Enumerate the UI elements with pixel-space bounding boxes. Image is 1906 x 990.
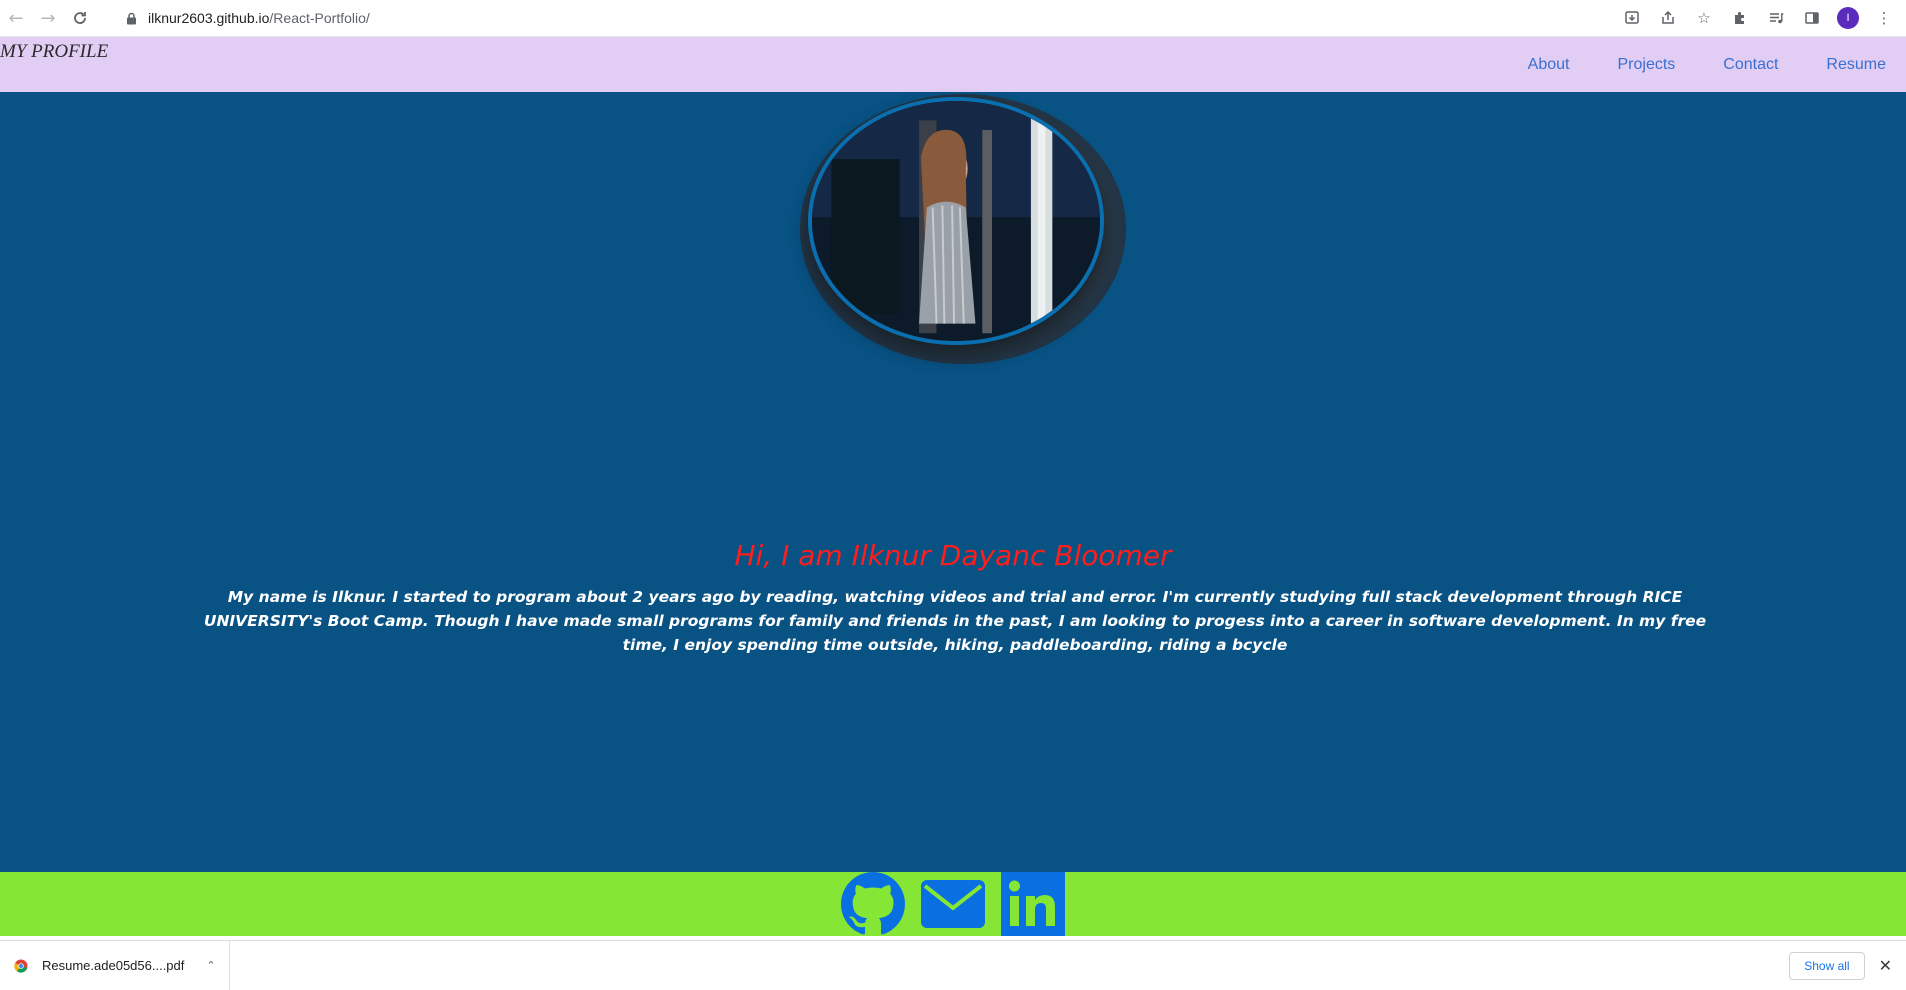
github-link[interactable] <box>840 872 906 936</box>
browser-toolbar: ← → ilknur2603.github.io/React-Portfolio… <box>0 0 1906 37</box>
site-brand[interactable]: MY PROFILE <box>0 41 108 63</box>
hero-section: Hi, I am Ilknur Dayanc Bloomer My name i… <box>0 92 1906 872</box>
back-button[interactable]: ← <box>0 2 32 34</box>
avatar: I <box>1837 7 1859 29</box>
star-icon[interactable]: ☆ <box>1688 2 1720 34</box>
share-icon[interactable] <box>1652 2 1684 34</box>
nav-link-about[interactable]: About <box>1528 56 1570 74</box>
side-panel-icon[interactable] <box>1796 2 1828 34</box>
media-queue-icon[interactable] <box>1760 2 1792 34</box>
linkedin-icon <box>1001 872 1065 936</box>
profile-photo <box>808 97 1104 345</box>
hero-greeting: Hi, I am Ilknur Dayanc Bloomer <box>734 539 1172 572</box>
chrome-icon <box>14 959 28 973</box>
nav-link-resume[interactable]: Resume <box>1826 56 1886 74</box>
email-link[interactable] <box>920 872 986 936</box>
extensions-icon[interactable] <box>1724 2 1756 34</box>
profile-button[interactable]: I <box>1832 2 1864 34</box>
chevron-up-icon[interactable]: ⌃ <box>206 959 215 972</box>
site-header: MY PROFILE About Projects Contact Resume <box>0 37 1906 102</box>
install-icon[interactable] <box>1616 2 1648 34</box>
footer <box>0 872 1906 936</box>
hero-bio: My name is Ilknur. I started to program … <box>203 588 1707 654</box>
nav-link-projects[interactable]: Projects <box>1617 56 1675 74</box>
linkedin-link[interactable] <box>1000 872 1066 936</box>
reload-button[interactable] <box>64 2 96 34</box>
url-path: /React-Portfolio/ <box>269 10 370 26</box>
download-file-name: Resume.ade05d56....pdf <box>42 958 185 973</box>
email-icon <box>921 880 985 928</box>
url-host: ilknur2603.github.io <box>148 10 270 26</box>
close-icon[interactable]: ✕ <box>1879 956 1892 975</box>
download-item[interactable]: Resume.ade05d56....pdf ⌃ <box>0 940 230 990</box>
main-nav: About Projects Contact Resume <box>1528 37 1906 92</box>
address-bar[interactable]: ilknur2603.github.io/React-Portfolio/ <box>148 10 370 26</box>
more-menu-icon[interactable]: ⋮ <box>1868 2 1900 34</box>
forward-button[interactable]: → <box>32 2 64 34</box>
lock-icon[interactable] <box>124 11 138 25</box>
reload-icon <box>74 12 86 24</box>
nav-link-contact[interactable]: Contact <box>1723 56 1778 74</box>
github-icon <box>841 872 905 935</box>
downloads-bar: Resume.ade05d56....pdf ⌃ Show all ✕ <box>0 940 1906 990</box>
show-all-button[interactable]: Show all <box>1789 951 1865 980</box>
